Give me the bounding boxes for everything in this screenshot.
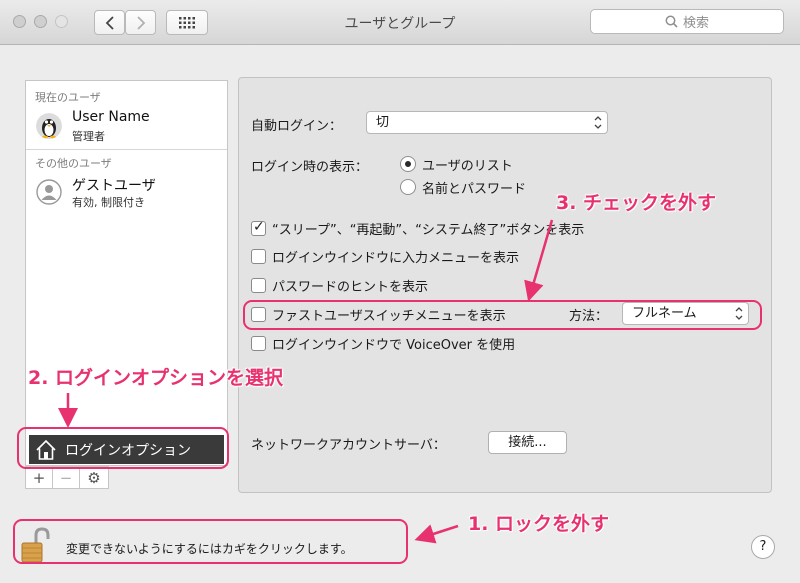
login-options-panel: 自動ログイン： 切 ログイン時の表示： ユーザのリスト 名前とパスワード “スリ… — [238, 77, 772, 493]
checkbox-voiceover[interactable] — [251, 336, 266, 351]
checkbox-password-hints[interactable] — [251, 278, 266, 293]
auto-login-popup[interactable]: 切 — [366, 111, 608, 134]
network-server-label: ネットワークアカウントサーバ： — [251, 438, 446, 453]
annotation-highlight-lock — [13, 519, 408, 564]
user-name: User Name — [72, 109, 150, 125]
annotation-step-3: 3. チェックを外す — [556, 192, 717, 214]
radio-name-password-label: 名前とパスワード — [422, 182, 527, 197]
window-titlebar: ユーザとグループ 検索 — [0, 0, 800, 45]
annotation-highlight-login-options — [17, 427, 229, 469]
checkbox-sleep-buttons-label: “スリープ”、“再起動”、“システム終了”ボタンを表示 — [272, 223, 585, 238]
close-window-button[interactable] — [13, 15, 26, 28]
auto-login-value: 切 — [376, 115, 390, 130]
updown-chevron-icon — [594, 116, 602, 129]
forward-button[interactable] — [125, 10, 156, 35]
remove-user-button[interactable]: − — [52, 466, 80, 489]
user-role: 管理者 — [72, 130, 105, 143]
back-button[interactable] — [94, 10, 125, 35]
chevron-left-icon — [105, 15, 114, 30]
guest-avatar-icon — [36, 179, 62, 205]
minimize-window-button[interactable] — [34, 15, 47, 28]
help-button[interactable]: ? — [751, 535, 775, 559]
search-placeholder: 検索 — [682, 16, 709, 31]
login-display-label: ログイン時の表示： — [251, 160, 369, 175]
annotation-highlight-fast-switch — [243, 300, 762, 330]
checkbox-voiceover-label: ログインウインドウで VoiceOver を使用 — [272, 338, 516, 353]
users-list: 現在のユーザ User Name 管理者 その他のユーザ ゲストユーザ 有効, … — [25, 80, 228, 466]
user-row-guest[interactable]: ゲストユーザ 有効, 制限付き — [26, 174, 227, 212]
annotation-step-1: 1. ロックを外す — [468, 513, 610, 535]
radio-name-password[interactable] — [400, 179, 416, 195]
gear-icon[interactable]: ⚙ — [79, 466, 109, 489]
checkbox-input-menu-label: ログインウインドウに入力メニューを表示 — [272, 251, 520, 266]
auto-login-label: 自動ログイン： — [251, 119, 343, 134]
grid-icon — [179, 16, 195, 28]
other-users-header: その他のユーザ — [35, 157, 112, 170]
add-user-button[interactable]: + — [25, 466, 53, 489]
checkbox-password-hints-label: パスワードのヒントを表示 — [272, 280, 429, 295]
current-users-header: 現在のユーザ — [35, 91, 101, 104]
chevron-right-icon — [136, 15, 145, 30]
guest-name: ゲストユーザ — [72, 178, 156, 194]
list-action-buttons: + − ⚙ — [25, 466, 109, 489]
search-icon — [665, 15, 678, 28]
search-input[interactable]: 検索 — [590, 9, 784, 34]
zoom-window-button[interactable] — [55, 15, 68, 28]
arrow-step-1 — [414, 524, 459, 544]
divider — [26, 149, 227, 150]
show-all-button[interactable] — [166, 10, 208, 35]
checkbox-input-menu[interactable] — [251, 249, 266, 264]
window-title: ユーザとグループ — [344, 16, 456, 32]
radio-user-list-label: ユーザのリスト — [422, 159, 513, 174]
checkbox-sleep-buttons[interactable] — [251, 219, 266, 236]
annotation-step-2: 2. ログインオプションを選択 — [28, 367, 284, 389]
join-button[interactable]: 接続... — [488, 431, 567, 454]
user-row-current[interactable]: User Name 管理者 — [26, 108, 227, 146]
guest-status: 有効, 制限付き — [72, 196, 145, 209]
radio-user-list[interactable] — [400, 156, 416, 172]
user-avatar — [36, 113, 62, 139]
